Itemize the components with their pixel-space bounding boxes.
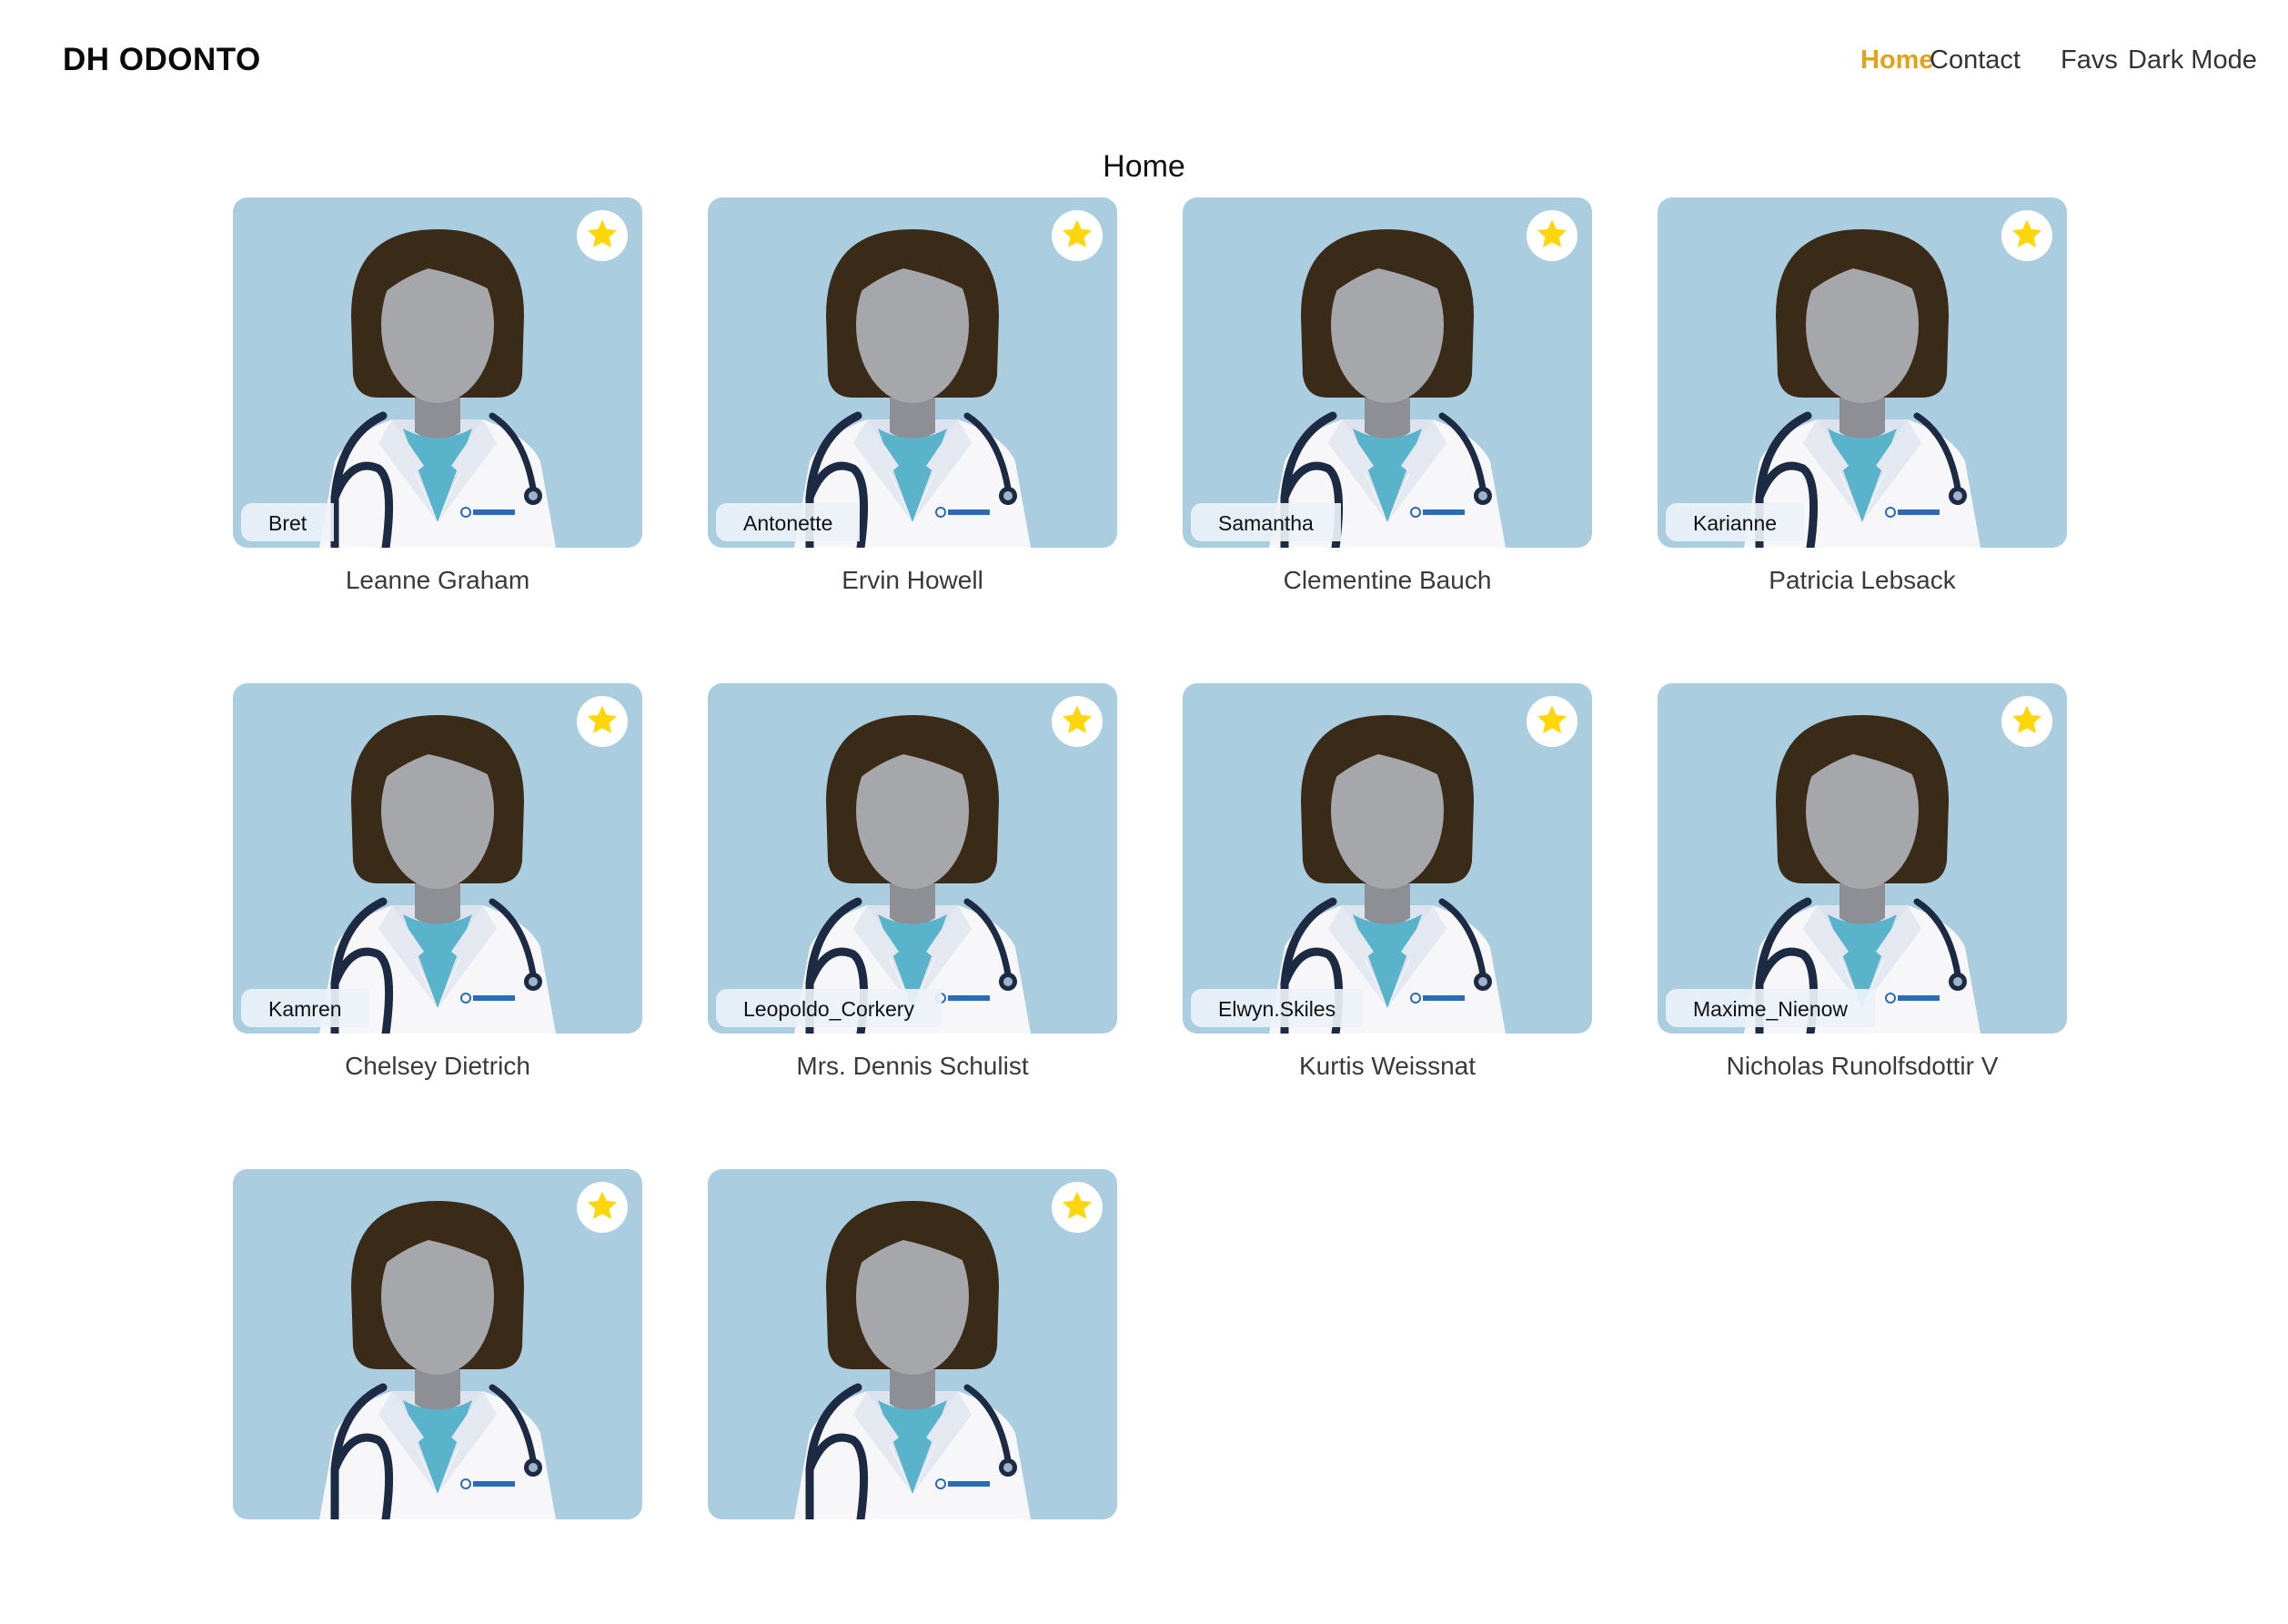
doctor-card[interactable] [708, 1169, 1117, 1624]
favorite-button[interactable] [1052, 210, 1103, 261]
username-label: Leopoldo_Corkery [716, 989, 942, 1027]
favorite-button[interactable] [577, 210, 628, 261]
favorite-button[interactable] [2001, 210, 2052, 261]
doctor-name[interactable]: Clementine Bauch [1183, 566, 1592, 595]
username-label: Kamren [241, 989, 369, 1027]
doctor-card[interactable]: Antonette Ervin Howell [708, 197, 1117, 652]
favorite-button[interactable] [2001, 696, 2052, 747]
doctor-card[interactable]: Maxime_Nienow Nicholas Runolfsdottir V [1658, 683, 2067, 1138]
favorite-button[interactable] [577, 696, 628, 747]
favorite-button[interactable] [577, 1182, 628, 1233]
username-label: Bret [241, 503, 335, 541]
doctor-card[interactable]: Kamren Chelsey Dietrich [233, 683, 642, 1138]
username-label: Samantha [1191, 503, 1341, 541]
star-icon [1537, 219, 1567, 247]
doctor-card[interactable]: Karianne Patricia Lebsack [1658, 197, 2067, 652]
star-icon [588, 1191, 617, 1219]
doctor-card-image[interactable]: Samantha [1183, 197, 1592, 548]
doctor-name[interactable]: Kurtis Weissnat [1183, 1052, 1592, 1081]
doctor-card-image[interactable] [708, 1169, 1117, 1519]
doctor-name[interactable]: Mrs. Dennis Schulist [708, 1052, 1117, 1081]
doctor-card[interactable] [233, 1169, 642, 1624]
doctor-card-image[interactable] [233, 1169, 642, 1519]
doctor-card[interactable]: Elwyn.Skiles Kurtis Weissnat [1183, 683, 1592, 1138]
doctor-card-image[interactable]: Leopoldo_Corkery [708, 683, 1117, 1034]
username-label: Maxime_Nienow [1666, 989, 1876, 1027]
star-icon [1063, 219, 1092, 247]
doctor-card[interactable]: Bret Leanne Graham [233, 197, 642, 652]
doctor-name[interactable]: Patricia Lebsack [1658, 566, 2067, 595]
doctor-card-image[interactable]: Karianne [1658, 197, 2067, 548]
favorite-button[interactable] [1052, 696, 1103, 747]
doctor-card-image[interactable]: Kamren [233, 683, 642, 1034]
doctor-card-grid: Bret Leanne Graham Antonette Ervin Howel… [0, 0, 2288, 1519]
doctor-name[interactable]: Chelsey Dietrich [233, 1052, 642, 1081]
doctor-card-image[interactable]: Bret [233, 197, 642, 548]
username-label: Elwyn.Skiles [1191, 989, 1364, 1027]
star-icon [1063, 705, 1092, 733]
doctor-name[interactable]: Leanne Graham [233, 566, 642, 595]
star-icon [1537, 705, 1567, 733]
star-icon [588, 705, 617, 733]
username-label: Antonette [716, 503, 861, 541]
favorite-button[interactable] [1527, 696, 1577, 747]
doctor-card-image[interactable]: Elwyn.Skiles [1183, 683, 1592, 1034]
username-label: Karianne [1666, 503, 1805, 541]
doctor-card[interactable]: Samantha Clementine Bauch [1183, 197, 1592, 652]
doctor-card[interactable]: Leopoldo_Corkery Mrs. Dennis Schulist [708, 683, 1117, 1138]
star-icon [2012, 705, 2041, 733]
star-icon [1063, 1191, 1092, 1219]
doctor-name[interactable]: Ervin Howell [708, 566, 1117, 595]
doctor-card-image[interactable]: Antonette [708, 197, 1117, 548]
star-icon [2012, 219, 2041, 247]
star-icon [588, 219, 617, 247]
doctor-name[interactable]: Nicholas Runolfsdottir V [1658, 1052, 2067, 1081]
doctor-card-image[interactable]: Maxime_Nienow [1658, 683, 2067, 1034]
favorite-button[interactable] [1052, 1182, 1103, 1233]
favorite-button[interactable] [1527, 210, 1577, 261]
